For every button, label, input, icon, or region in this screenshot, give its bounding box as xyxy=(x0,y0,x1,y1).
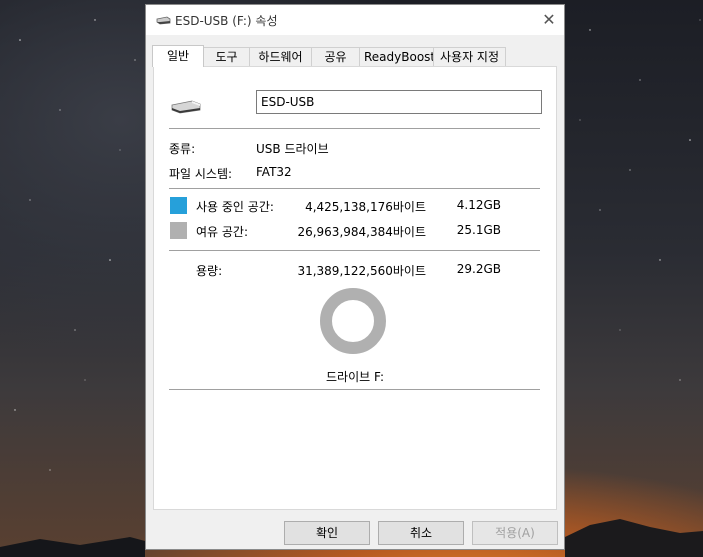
capacity-label: 용량: xyxy=(196,264,223,278)
general-panel: 종류: USB 드라이브 파일 시스템: FAT32 사용 중인 공간: 4,4… xyxy=(153,66,557,510)
used-space-size: 4.12GB xyxy=(456,198,501,212)
tab-readyboost[interactable]: ReadyBoost xyxy=(359,47,435,66)
free-space-ring xyxy=(320,288,386,354)
divider xyxy=(169,250,540,251)
divider xyxy=(169,128,540,129)
ok-button[interactable]: 확인 xyxy=(284,521,370,545)
divider xyxy=(169,389,540,390)
capacity-bytes: 31,389,122,560바이트 xyxy=(297,264,426,278)
free-space-bytes: 26,963,984,384바이트 xyxy=(297,225,426,239)
usb-drive-icon xyxy=(156,16,171,25)
used-space-swatch xyxy=(170,197,187,214)
free-space-label: 여유 공간: xyxy=(196,225,249,239)
divider xyxy=(169,188,540,189)
tab-sharing[interactable]: 공유 xyxy=(311,47,360,66)
tab-general[interactable]: 일반 xyxy=(152,45,204,67)
type-label: 종류: xyxy=(169,142,196,156)
drive-letter-label: 드라이브 F: xyxy=(326,370,384,384)
usage-donut-chart xyxy=(320,288,386,354)
tab-customize[interactable]: 사용자 지정 xyxy=(433,47,506,66)
free-space-size: 25.1GB xyxy=(456,223,501,237)
apply-button[interactable]: 적용(A) xyxy=(472,521,558,545)
free-space-swatch xyxy=(170,222,187,239)
used-space-label: 사용 중인 공간: xyxy=(196,200,274,214)
tab-hardware[interactable]: 하드웨어 xyxy=(249,47,312,66)
type-value: USB 드라이브 xyxy=(256,142,329,156)
properties-dialog: ESD-USB (F:) 속성 ✕ 일반 도구 하드웨어 공유 ReadyBoo… xyxy=(145,4,565,550)
filesystem-value: FAT32 xyxy=(256,165,292,179)
title-bar: ESD-USB (F:) 속성 ✕ xyxy=(146,5,564,35)
filesystem-label: 파일 시스템: xyxy=(169,167,233,181)
used-space-bytes: 4,425,138,176바이트 xyxy=(305,200,426,214)
usb-drive-icon xyxy=(171,100,201,114)
close-button[interactable]: ✕ xyxy=(534,5,564,35)
cancel-button[interactable]: 취소 xyxy=(378,521,464,545)
drive-name-input[interactable] xyxy=(256,90,542,114)
tab-tools[interactable]: 도구 xyxy=(203,47,250,66)
window-title: ESD-USB (F:) 속성 xyxy=(175,14,278,28)
capacity-size: 29.2GB xyxy=(456,262,501,276)
